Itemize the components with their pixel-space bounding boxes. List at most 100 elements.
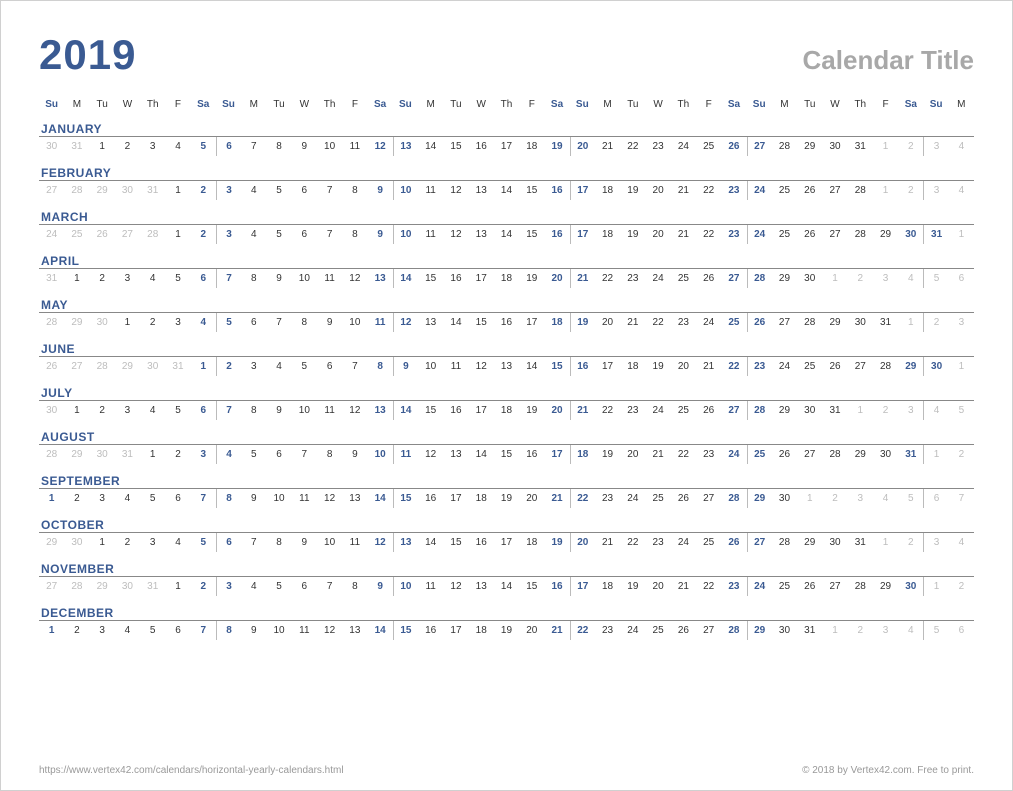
day-cell: 4	[191, 313, 216, 332]
day-cell: 3	[140, 137, 165, 156]
day-cell: 7	[317, 577, 342, 596]
day-cell: 13	[368, 269, 393, 288]
day-cell: 7	[949, 489, 974, 508]
day-cell: 15	[393, 621, 418, 640]
day-cell: 6	[923, 489, 948, 508]
day-cell: 7	[292, 445, 317, 464]
day-header-cell: Tu	[797, 97, 822, 112]
day-cell: 12	[342, 269, 367, 288]
day-cell: 8	[368, 357, 393, 376]
day-cell: 21	[645, 445, 670, 464]
month-name: AUGUST	[39, 426, 974, 445]
day-cell: 2	[64, 621, 89, 640]
day-cell: 13	[342, 489, 367, 508]
day-cell: 1	[822, 621, 847, 640]
day-cell: 13	[443, 445, 468, 464]
day-cell: 6	[292, 577, 317, 596]
day-cell: 15	[519, 181, 544, 200]
day-cell: 22	[570, 489, 595, 508]
day-cell: 14	[443, 313, 468, 332]
day-cell: 24	[696, 313, 721, 332]
day-cell: 11	[368, 313, 393, 332]
day-cell: 25	[696, 533, 721, 552]
day-cell: 2	[848, 269, 873, 288]
day-cell: 18	[595, 577, 620, 596]
day-cell: 24	[645, 401, 670, 420]
day-cell: 10	[393, 577, 418, 596]
day-cell: 30	[848, 313, 873, 332]
day-cell: 23	[620, 401, 645, 420]
day-cell: 17	[494, 533, 519, 552]
day-cell: 31	[848, 137, 873, 156]
day-cell: 10	[393, 181, 418, 200]
day-cell: 12	[418, 445, 443, 464]
day-cell: 30	[923, 357, 948, 376]
day-cell: 18	[469, 489, 494, 508]
header: 2019 Calendar Title	[39, 31, 974, 79]
day-cell: 30	[772, 489, 797, 508]
day-cell: 28	[772, 533, 797, 552]
day-cell: 10	[266, 489, 291, 508]
day-cell: 5	[292, 357, 317, 376]
day-cell: 28	[822, 445, 847, 464]
day-cell: 24	[671, 137, 696, 156]
day-cell: 1	[39, 489, 64, 508]
day-header-cell: W	[822, 97, 847, 112]
day-cell: 19	[645, 357, 670, 376]
day-cell: 28	[721, 489, 746, 508]
day-cell: 20	[645, 577, 670, 596]
day-cell: 16	[494, 313, 519, 332]
day-cell: 7	[216, 269, 241, 288]
day-cell: 8	[292, 313, 317, 332]
day-cell: 6	[191, 269, 216, 288]
month-days: 1234567891011121314151617181920212223242…	[39, 621, 974, 640]
day-cell: 7	[342, 357, 367, 376]
day-cell: 4	[949, 181, 974, 200]
day-cell: 26	[671, 621, 696, 640]
day-cell: 26	[772, 445, 797, 464]
day-cell: 8	[342, 181, 367, 200]
day-header-cell: M	[772, 97, 797, 112]
day-header-cell: Sa	[721, 97, 746, 112]
day-cell: 16	[544, 181, 569, 200]
day-cell: 4	[115, 621, 140, 640]
day-cell: 28	[64, 181, 89, 200]
day-cell: 7	[241, 533, 266, 552]
day-cell: 5	[216, 313, 241, 332]
day-cell: 9	[241, 489, 266, 508]
day-cell: 2	[191, 225, 216, 244]
day-cell: 18	[519, 533, 544, 552]
day-cell: 17	[494, 137, 519, 156]
day-cell: 17	[595, 357, 620, 376]
day-header-cell: W	[469, 97, 494, 112]
day-cell: 25	[721, 313, 746, 332]
day-cell: 1	[90, 137, 115, 156]
day-header-cell: Tu	[443, 97, 468, 112]
day-cell: 28	[64, 577, 89, 596]
day-cell: 30	[39, 137, 64, 156]
day-cell: 26	[797, 225, 822, 244]
month-row: JULY301234567891011121314151617181920212…	[39, 382, 974, 420]
day-cell: 26	[797, 577, 822, 596]
day-cell: 8	[266, 533, 291, 552]
day-cell: 5	[140, 621, 165, 640]
day-cell: 17	[570, 577, 595, 596]
day-cell: 3	[216, 225, 241, 244]
day-cell: 28	[873, 357, 898, 376]
day-cell: 4	[165, 533, 190, 552]
day-cell: 3	[923, 533, 948, 552]
day-cell: 4	[873, 489, 898, 508]
day-cell: 19	[544, 137, 569, 156]
day-cell: 29	[747, 489, 772, 508]
day-cell: 2	[115, 533, 140, 552]
day-cell: 5	[165, 401, 190, 420]
day-cell: 4	[266, 357, 291, 376]
day-cell: 7	[241, 137, 266, 156]
day-cell: 21	[570, 401, 595, 420]
year-label: 2019	[39, 31, 136, 79]
day-cell: 17	[570, 181, 595, 200]
day-cell: 24	[747, 577, 772, 596]
month-row: JANUARY303112345678910111213141516171819…	[39, 118, 974, 156]
day-cell: 9	[266, 401, 291, 420]
day-cell: 22	[645, 313, 670, 332]
